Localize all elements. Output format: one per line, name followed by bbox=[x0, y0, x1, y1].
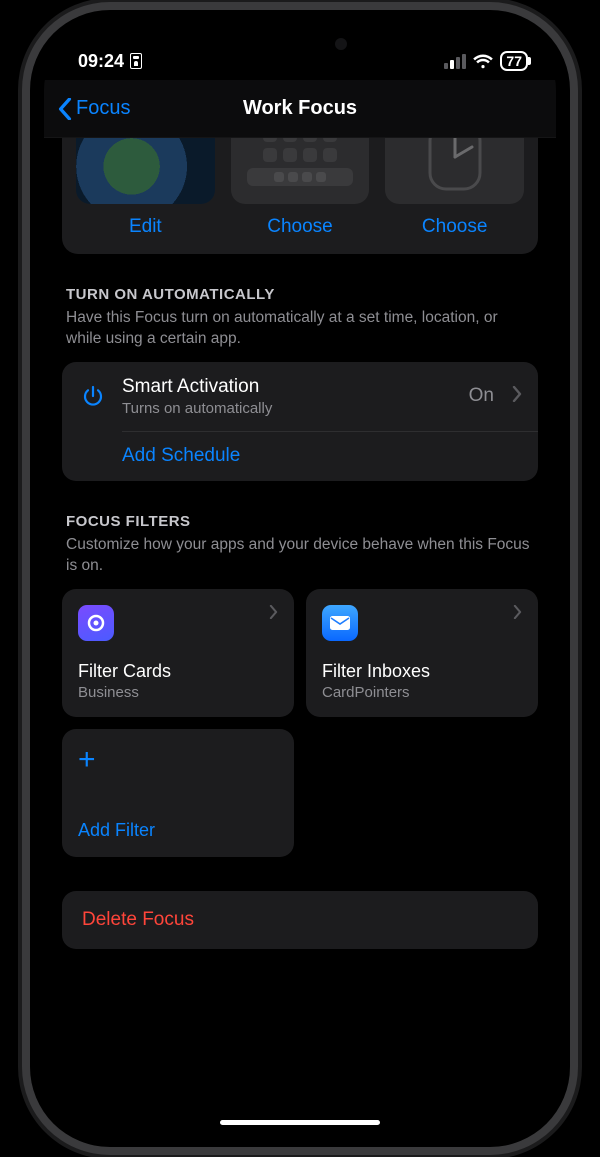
filter-tile-inboxes[interactable]: Filter Inboxes CardPointers bbox=[306, 589, 538, 717]
mail-icon bbox=[322, 605, 358, 641]
watch-thumb bbox=[385, 138, 524, 204]
power-button bbox=[570, 330, 578, 450]
battery-indicator: 77 bbox=[500, 51, 528, 71]
id-card-icon bbox=[130, 53, 142, 69]
choose-label: Choose bbox=[267, 216, 333, 238]
phone-frame: 09:24 77 Focus Work Focus bbox=[30, 10, 570, 1147]
chevron-right-icon bbox=[513, 605, 522, 624]
filters-header-desc: Customize how your apps and your device … bbox=[66, 535, 534, 577]
home-screen-thumb bbox=[231, 138, 370, 204]
cellular-icon bbox=[444, 54, 466, 69]
smart-activation-row[interactable]: Smart Activation Turns on automatically … bbox=[62, 362, 538, 431]
filter-tile-sub: Business bbox=[78, 684, 278, 701]
volume-down-button bbox=[22, 400, 30, 475]
status-time: 09:24 bbox=[78, 51, 124, 72]
filter-tile-title: Filter Inboxes bbox=[322, 661, 522, 682]
filter-tiles: Filter Cards Business Filter In bbox=[62, 589, 538, 857]
chevron-left-icon bbox=[58, 98, 72, 120]
auto-header-desc: Have this Focus turn on automatically at… bbox=[66, 308, 534, 350]
back-label: Focus bbox=[76, 97, 130, 120]
add-schedule-row[interactable]: Add Schedule bbox=[62, 431, 538, 481]
smart-activation-title: Smart Activation bbox=[122, 376, 455, 398]
watch-face-choose[interactable]: Choose bbox=[385, 138, 524, 238]
choose-label: Choose bbox=[422, 216, 488, 238]
lock-screen-thumb bbox=[76, 138, 215, 204]
plus-icon: + bbox=[78, 745, 278, 775]
power-icon bbox=[78, 384, 108, 408]
filter-tile-sub: CardPointers bbox=[322, 684, 522, 701]
smart-activation-sub: Turns on automatically bbox=[122, 400, 455, 417]
back-button[interactable]: Focus bbox=[50, 80, 138, 137]
add-filter-label: Add Filter bbox=[78, 820, 278, 841]
smart-activation-value: On bbox=[469, 385, 494, 407]
delete-focus-button[interactable]: Delete Focus bbox=[62, 891, 538, 949]
wifi-icon bbox=[473, 54, 493, 69]
side-mute-switch bbox=[22, 235, 30, 275]
filter-tile-title: Filter Cards bbox=[78, 661, 278, 682]
nav-bar: Focus Work Focus bbox=[44, 80, 556, 138]
lock-screen-edit[interactable]: Edit bbox=[76, 138, 215, 238]
customize-card: Edit Choose Choose bbox=[62, 138, 538, 254]
screen: 09:24 77 Focus Work Focus bbox=[44, 24, 556, 1133]
scroll-content[interactable]: Edit Choose Choose bbox=[44, 138, 556, 1133]
filters-section-header: FOCUS FILTERS Customize how your apps an… bbox=[62, 513, 538, 577]
chevron-right-icon bbox=[512, 386, 522, 407]
home-screen-choose[interactable]: Choose bbox=[231, 138, 370, 238]
edit-label: Edit bbox=[129, 216, 162, 238]
chevron-right-icon bbox=[269, 605, 278, 624]
home-indicator[interactable] bbox=[220, 1120, 380, 1125]
add-schedule-label: Add Schedule bbox=[78, 445, 240, 467]
filter-tile-cards[interactable]: Filter Cards Business bbox=[62, 589, 294, 717]
add-filter-tile[interactable]: + Add Filter bbox=[62, 729, 294, 857]
auto-section-header: TURN ON AUTOMATICALLY Have this Focus tu… bbox=[62, 286, 538, 350]
page-title: Work Focus bbox=[243, 97, 357, 120]
delete-focus-label: Delete Focus bbox=[82, 909, 194, 930]
volume-up-button bbox=[22, 305, 30, 380]
filters-header-title: FOCUS FILTERS bbox=[66, 513, 534, 530]
auto-card: Smart Activation Turns on automatically … bbox=[62, 362, 538, 481]
cardpointers-icon bbox=[78, 605, 114, 641]
notch bbox=[205, 24, 395, 62]
auto-header-title: TURN ON AUTOMATICALLY bbox=[66, 286, 534, 303]
